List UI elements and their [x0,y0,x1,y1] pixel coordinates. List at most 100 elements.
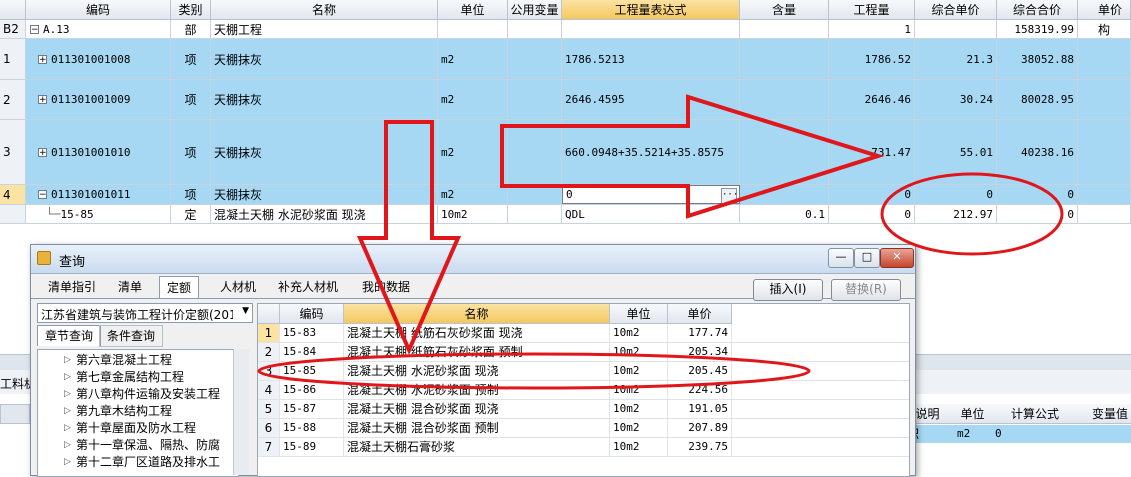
expand-icon[interactable]: + [38,95,47,105]
result-row[interactable]: 1 15-83 混凝土天棚 纸筋石灰砂浆面 现浇 10m2 177.74 [258,324,909,343]
result-code: 15-86 [280,381,344,399]
result-row[interactable]: 3 15-85 混凝土天棚 水泥砂浆面 现浇 10m2 205.45 [258,362,909,381]
result-row[interactable]: 4 15-86 混凝土天棚 水泥砂浆面 预制 10m2 224.56 [258,381,909,400]
result-row[interactable]: 6 15-88 混凝土天棚 混合砂浆面 预制 10m2 207.89 [258,419,909,438]
row-code-text: A.13 [43,22,70,36]
row-name-text: 混凝土天棚 水泥砂浆面 现浇 [214,207,366,222]
tab-labor-material[interactable]: 人材机 [213,276,263,298]
tree-item[interactable]: ▷ 第九章木结构工程 [64,403,172,419]
row-name-text: 天棚抹灰 [214,188,263,202]
result-row[interactable]: 7 15-89 混凝土天棚石膏砂浆 10m2 239.75 [258,438,909,457]
chevron-down-icon[interactable]: ▼ [242,306,249,316]
col-header-price-build[interactable]: 单价构 [1078,0,1131,37]
row-index[interactable]: 4 [0,185,26,204]
results-header-price[interactable]: 单价 [668,304,732,324]
tree-item[interactable]: ▷ 第十一章保温、隔热、防腐 [64,437,220,453]
table-row[interactable]: B2 − A.13 部 天棚工程 1 158319.99 [0,20,1131,39]
row-expression-text: 2646.4595 [565,93,625,106]
row-quantity-text: 731.47 [871,145,911,159]
material-grid-header-left [0,404,30,424]
expand-arrow-icon[interactable]: ▷ [64,420,71,436]
row-index[interactable]: 3 [0,120,26,184]
results-grid: 编码 名称 单位 单价 1 15-83 混凝土天棚 纸筋石灰砂浆面 现浇 10m2 17… [257,303,910,477]
col-header-unit[interactable]: 单位 [950,404,995,424]
table-row[interactable]: 4 −011301001011 项 天棚抹灰 m2 0 ··· 0 0 0 [0,185,1131,205]
tab-chapter-search[interactable]: 章节查询 [37,325,102,346]
tab-my-data[interactable]: 我的数据 [355,276,417,298]
expand-arrow-icon[interactable]: ▷ [64,437,71,453]
tab-list[interactable]: 清单 [111,276,149,298]
col-header-var-value[interactable]: 变量值 [1080,404,1131,424]
row-price-build [1078,20,1131,38]
row-index[interactable] [0,205,26,223]
tab-condition-search[interactable]: 条件查询 [99,325,164,347]
replace-button[interactable]: 替换(R) [831,279,901,301]
tab-quota[interactable]: 定额 [159,276,200,299]
minimize-icon[interactable]: — [828,248,854,268]
row-type: 项 [171,120,211,184]
result-price: 205.45 [668,362,732,380]
row-expression[interactable]: 660.0948+35.5214+35.8575 [562,120,740,184]
tree-item[interactable]: ▷ 第八章构件运输及安装工程 [64,386,220,402]
expand-arrow-icon[interactable]: ▷ [64,386,71,402]
expand-arrow-icon[interactable]: ▷ [64,369,71,385]
close-icon[interactable]: ✕ [880,248,914,268]
col-header-content[interactable]: 含量 [740,0,829,20]
table-row[interactable]: └─ 15-85 定 混凝土天棚 水泥砂浆面 现浇 10m2 QDL 0.1 0 212.97… [0,205,1131,224]
table-row[interactable]: 3 +011301001010 项 天棚抹灰 m2 660.0948+35.5214+35… [0,120,1131,185]
table-row[interactable]: 2 +011301001009 项 天棚抹灰 m2 2646.4595 2646.46 30.… [0,80,1131,120]
col-header-public-var[interactable]: 公用变量 [508,0,562,20]
result-row[interactable]: 5 15-87 混凝土天棚 混合砂浆面 现浇 10m2 191.05 [258,400,909,419]
row-unit-text: m2 [441,145,455,159]
expand-icon[interactable]: + [38,54,47,64]
col-header-expression[interactable]: 工程量表达式 [562,0,740,20]
row-expression-text: QDL [565,207,585,221]
col-header-quantity[interactable]: 工程量 [829,0,915,20]
row-expression[interactable]: QDL [562,205,740,223]
tab-list-guide[interactable]: 清单指引 [41,276,103,298]
row-expression[interactable]: 2646.4595 [562,80,740,119]
result-index: 6 [258,419,280,437]
row-public-var [508,20,562,38]
expand-icon[interactable]: + [38,147,47,157]
result-row[interactable]: 2 15-84 混凝土天棚 纸筋石灰砂浆面 预制 10m2 205.34 [258,343,909,362]
maximize-icon[interactable]: □ [854,248,880,268]
tree-item[interactable]: ▷ 第十章屋面及防水工程 [64,420,196,436]
row-expression[interactable] [562,20,740,38]
col-header-type[interactable]: 类别 [171,0,211,20]
tree-scrollbar[interactable] [233,349,249,475]
row-total-text: 40238.16 [1021,145,1074,159]
collapse-icon[interactable]: − [38,190,47,200]
row-total-text: 0 [1067,188,1074,201]
material-row[interactable]: 积 m2 0 [905,425,1131,443]
dialog-titlebar[interactable]: 查询 — □ ✕ [31,245,915,274]
col-header-name[interactable]: 名称 [211,0,438,20]
col-header-code[interactable]: 编码 [26,0,171,20]
col-header-unit[interactable]: 单位 [438,0,508,20]
tab-extra-material[interactable]: 补充人材机 [271,276,345,298]
col-header-total[interactable]: 综合合价 [997,0,1078,20]
col-header-formula[interactable]: 计算公式 [995,404,1075,424]
table-row[interactable]: 1 +011301001008 项 天棚抹灰 m2 1786.5213 1786.52 21.… [0,39,1131,80]
expand-arrow-icon[interactable]: ▷ [64,403,71,419]
results-header-unit[interactable]: 单位 [610,304,668,324]
tree-item[interactable]: ▷ 第六章混凝土工程 [64,352,172,368]
row-index[interactable]: 1 [0,39,26,79]
insert-button[interactable]: 插入(I) [753,279,823,301]
material-row-formula: 0 [995,427,1002,440]
results-header-name[interactable]: 名称 [344,304,610,324]
expand-arrow-icon[interactable]: ▷ [64,454,71,470]
row-expression[interactable]: 1786.5213 [562,39,740,79]
results-header-code[interactable]: 编码 [280,304,344,324]
library-select[interactable]: 江苏省建筑与装饰工程计价定额(201 ▼ [37,303,253,323]
row-index[interactable]: B2 [0,20,26,38]
col-header-unit-price[interactable]: 综合单价 [915,0,997,20]
collapse-icon[interactable]: − [30,24,39,34]
tree-item[interactable]: ▷ 第七章金属结构工程 [64,369,184,385]
row-expression[interactable]: 0 ··· [562,185,740,204]
row-index[interactable]: 2 [0,80,26,119]
app-icon [37,251,51,265]
expand-arrow-icon[interactable]: ▷ [64,352,71,368]
ellipsis-button[interactable]: ··· [721,188,738,203]
tree-item[interactable]: ▷ 第十二章厂区道路及排水工 [64,454,220,470]
